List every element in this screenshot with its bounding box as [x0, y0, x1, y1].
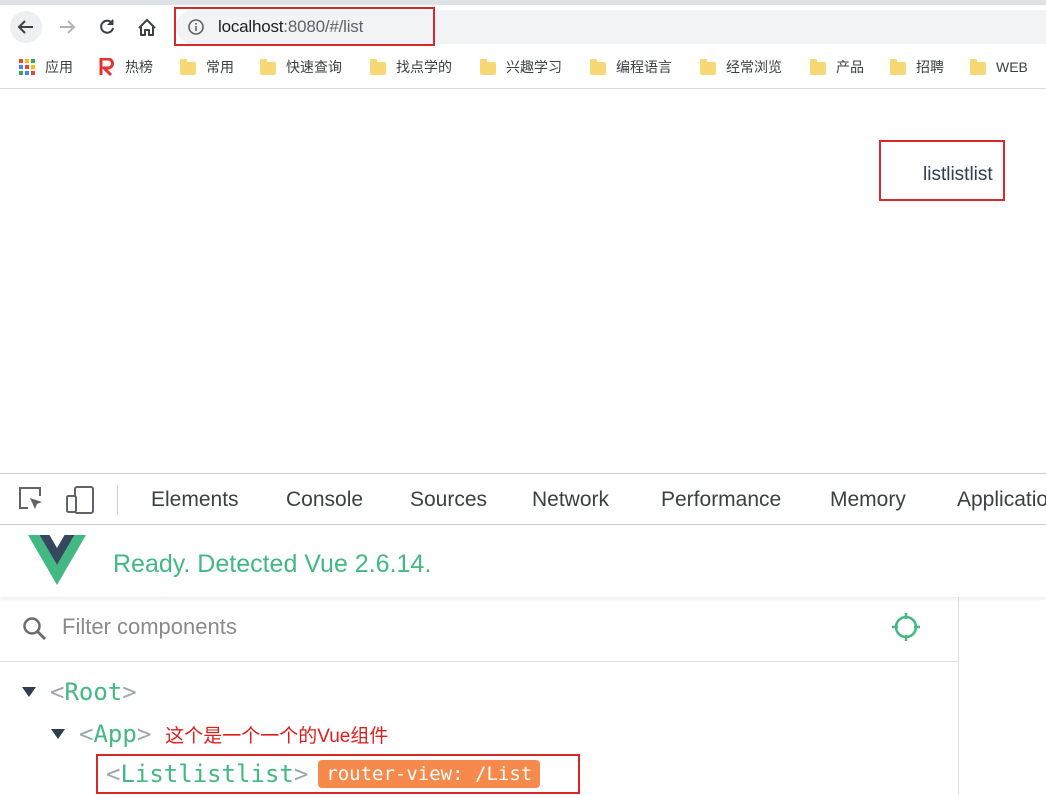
home-button[interactable]: [131, 11, 163, 43]
panel-divider: [958, 597, 959, 795]
folder-icon: [590, 58, 606, 75]
search-icon: [23, 617, 46, 640]
r-logo-icon: [99, 58, 114, 76]
bookmark-folder[interactable]: 常用: [180, 57, 234, 77]
content-highlight-box: [879, 140, 1005, 201]
forward-button[interactable]: [51, 11, 83, 43]
tab-elements[interactable]: Elements: [151, 488, 239, 512]
expand-arrow-icon[interactable]: [22, 687, 36, 697]
device-toolbar-icon[interactable]: [65, 484, 97, 516]
bookmarks-bar: 应用 热榜 常用 快速查询 找点学的 兴趣学习 编程语言 经常浏览 产品 招聘: [0, 47, 1046, 89]
filter-components-input[interactable]: [62, 614, 762, 640]
bookmark-folder[interactable]: WEB: [970, 57, 1028, 77]
bookmark-label: 招聘: [916, 59, 944, 75]
browser-toolbar: localhost:8080/#/list: [0, 5, 1046, 47]
bookmark-label: 应用: [45, 59, 73, 75]
bookmark-folder[interactable]: 兴趣学习: [480, 57, 562, 77]
bookmark-folder[interactable]: 产品: [810, 57, 864, 77]
folder-icon: [890, 58, 906, 75]
tab-performance[interactable]: Performance: [661, 488, 781, 512]
tag-close-bracket: >: [122, 678, 137, 706]
reload-button[interactable]: [91, 11, 123, 43]
expand-arrow-icon[interactable]: [51, 729, 65, 739]
vue-logo-icon: [28, 535, 86, 585]
folder-icon: [970, 58, 986, 75]
tree-node-root[interactable]: < Root >: [22, 677, 137, 707]
folder-icon: [370, 58, 386, 75]
tag-open-bracket: <: [79, 720, 94, 748]
toolbar-divider: [117, 485, 118, 515]
reload-icon: [100, 19, 114, 34]
folder-icon: [480, 58, 496, 75]
tab-console[interactable]: Console: [286, 488, 363, 512]
bookmark-folder[interactable]: 快速查询: [260, 57, 342, 77]
arrow-left-icon: [17, 20, 33, 34]
tab-network[interactable]: Network: [532, 488, 609, 512]
folder-icon: [180, 58, 196, 75]
component-name: App: [93, 720, 137, 748]
back-button[interactable]: [10, 11, 42, 43]
folder-icon: [810, 58, 826, 75]
tab-memory[interactable]: Memory: [830, 488, 906, 512]
tag-close-bracket: >: [136, 720, 152, 748]
apps-grid-icon: [19, 59, 35, 75]
vue-status-text: Ready. Detected Vue 2.6.14.: [113, 550, 432, 578]
bookmark-label: 快速查询: [286, 59, 342, 75]
bookmark-label: 产品: [836, 59, 864, 75]
bookmark-label: 经常浏览: [726, 59, 782, 75]
tab-application[interactable]: Applicatio: [957, 488, 1046, 512]
annotation-text: 这个是一个一个的Vue组件: [165, 725, 389, 747]
bookmark-hot[interactable]: 热榜: [99, 57, 153, 77]
tree-node-app[interactable]: < App > 这个是一个一个的Vue组件: [51, 719, 388, 749]
devtools-tab-bar: Elements Console Sources Network Perform…: [0, 473, 1046, 525]
bookmark-folder[interactable]: 找点学的: [370, 57, 452, 77]
tag-open-bracket: <: [50, 678, 65, 706]
url-highlight-box: [174, 7, 435, 46]
inspect-element-icon[interactable]: [16, 484, 46, 514]
component-highlight-box: [96, 754, 580, 794]
bookmark-apps[interactable]: 应用: [19, 57, 73, 77]
folder-icon: [700, 58, 716, 75]
bookmark-label: WEB: [996, 59, 1028, 75]
bookmark-folder[interactable]: 招聘: [890, 57, 944, 77]
bookmark-label: 找点学的: [396, 59, 452, 75]
tab-sources[interactable]: Sources: [410, 488, 487, 512]
folder-icon: [260, 58, 276, 75]
home-icon: [138, 19, 156, 36]
bookmark-folder[interactable]: 经常浏览: [700, 57, 782, 77]
bookmark-label: 常用: [206, 59, 234, 75]
vue-devtools-header: Ready. Detected Vue 2.6.14.: [0, 525, 1046, 597]
bookmark-label: 热榜: [125, 59, 153, 75]
bookmark-label: 编程语言: [616, 59, 672, 75]
component-name: Root: [64, 678, 123, 706]
bookmark-label: 兴趣学习: [506, 59, 562, 75]
bookmark-folder[interactable]: 编程语言: [590, 57, 672, 77]
arrow-right-icon: [60, 20, 76, 34]
select-component-target-icon[interactable]: [890, 611, 922, 643]
filter-bar: [0, 597, 958, 662]
